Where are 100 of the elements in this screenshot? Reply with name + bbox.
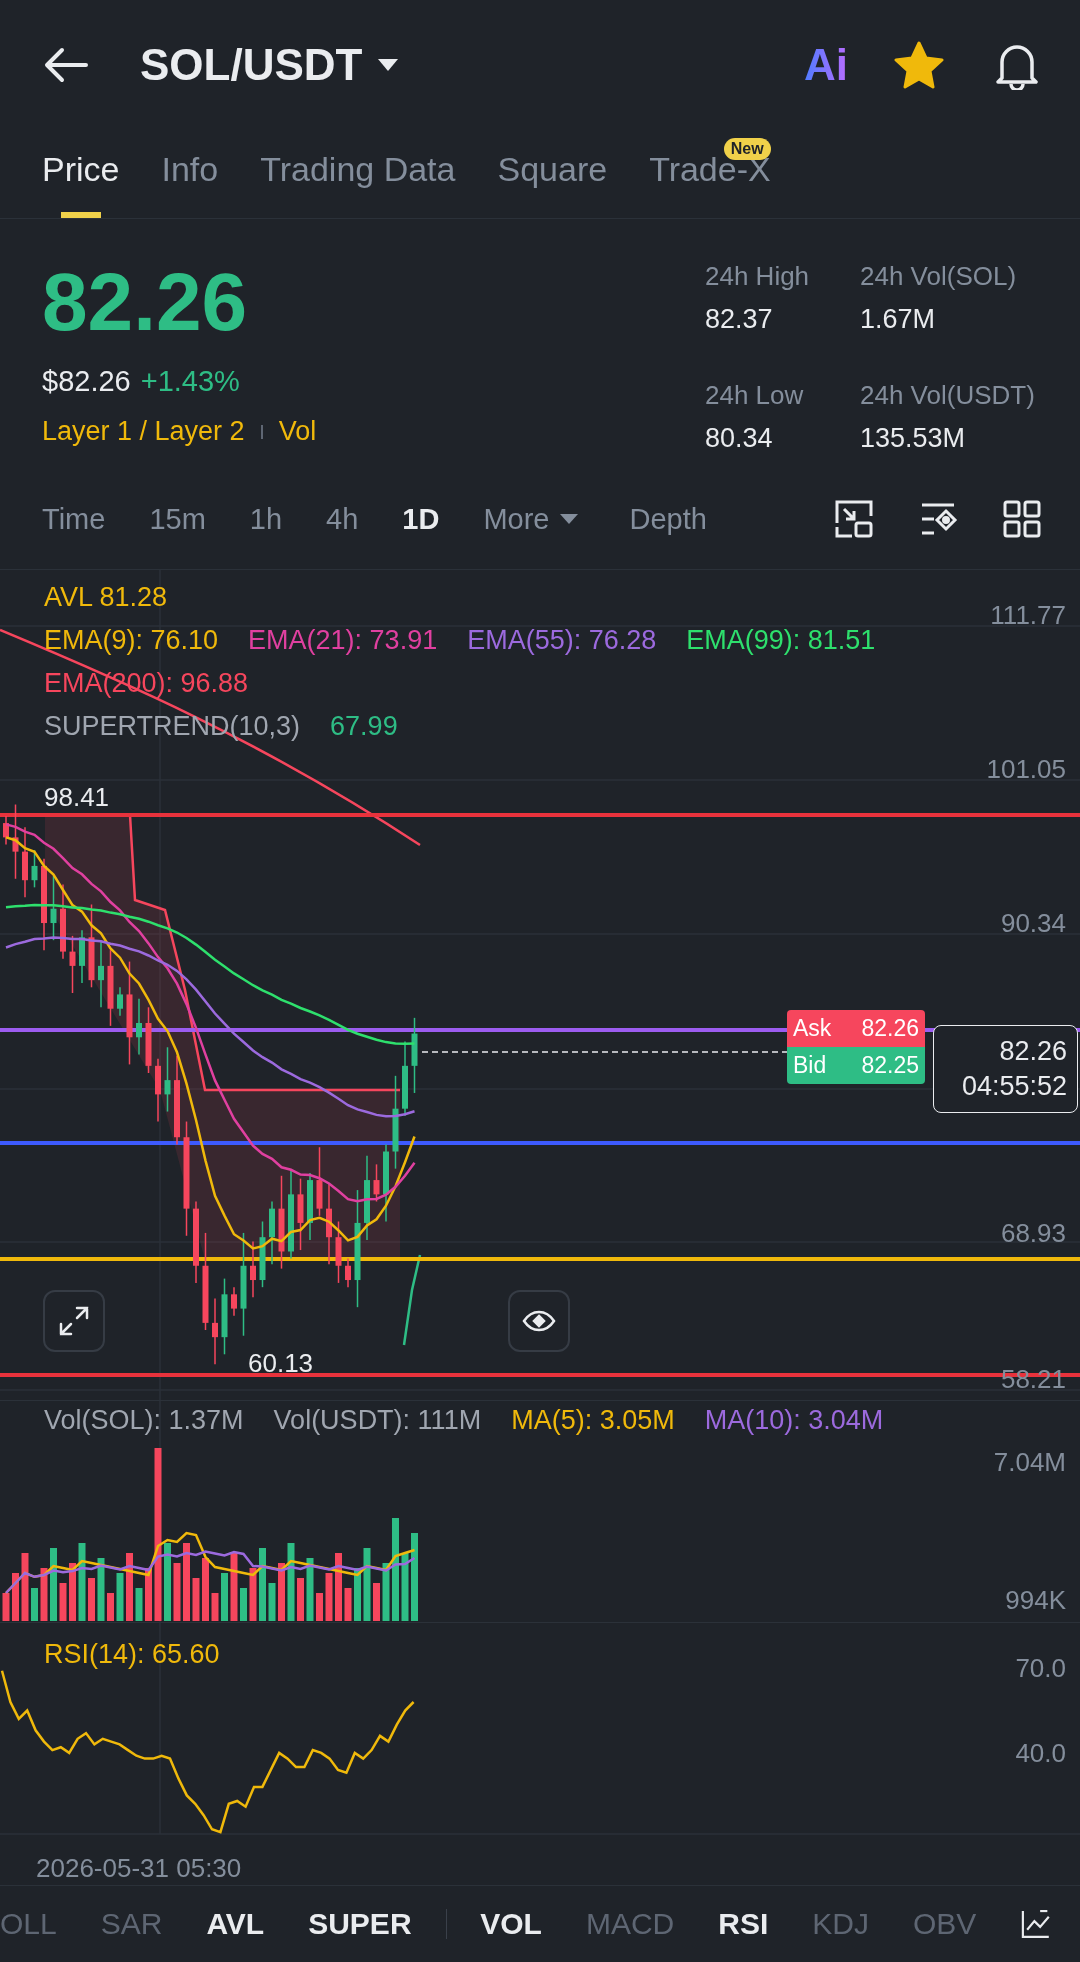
ask-label: Ask bbox=[793, 1015, 832, 1042]
indicator-toggle[interactable]: SUPER bbox=[308, 1907, 412, 1941]
rsi-axis-label: 40.0 bbox=[1015, 1738, 1066, 1769]
pair-title[interactable]: SOL/USDT bbox=[140, 40, 363, 90]
indicator-toggle[interactable]: MACD bbox=[585, 1907, 675, 1941]
volume-bar bbox=[325, 1573, 333, 1621]
candle bbox=[117, 986, 123, 1017]
candle-countdown: 04:55:52 bbox=[961, 1070, 1067, 1103]
indicator-toggle[interactable]: SAR bbox=[100, 1907, 163, 1941]
ask-price: 82.26 bbox=[861, 1015, 919, 1042]
price-axis-label: 111.77 bbox=[990, 600, 1066, 631]
candle bbox=[316, 1146, 323, 1217]
caret-icon[interactable] bbox=[376, 57, 401, 73]
back-arrow-icon[interactable] bbox=[44, 47, 88, 83]
volume-bar bbox=[401, 1553, 409, 1621]
timeframe-tab[interactable]: 15m bbox=[149, 502, 206, 536]
indicator-toggle[interactable]: KDJ bbox=[812, 1907, 869, 1941]
volume-bar bbox=[202, 1558, 209, 1621]
high-price-marker: 98.41 bbox=[44, 782, 110, 813]
volume-legend: MA(10): 3.04M bbox=[704, 1405, 884, 1436]
timeframe-tab[interactable]: Time bbox=[42, 502, 106, 536]
volume-bar bbox=[382, 1563, 390, 1621]
price-change: +1.43% bbox=[140, 365, 240, 398]
volume-bar bbox=[145, 1568, 152, 1621]
volume-bar bbox=[211, 1593, 219, 1621]
tab[interactable]: Trade-X New bbox=[649, 130, 771, 218]
indicator-legend: EMA(9): 76.10 bbox=[44, 625, 219, 656]
bid-price: 82.25 bbox=[861, 1052, 919, 1079]
stat-value: 135.53M bbox=[860, 423, 967, 454]
volume-bar bbox=[12, 1573, 19, 1621]
volume-axis-label: 994K bbox=[1005, 1585, 1066, 1616]
volume-legend: MA(5): 3.05M bbox=[511, 1405, 675, 1436]
volume-bar bbox=[354, 1568, 361, 1621]
low-price-marker: 60.13 bbox=[248, 1348, 314, 1379]
volume-bar bbox=[335, 1553, 342, 1621]
timeframe-tab[interactable]: 1D bbox=[402, 502, 440, 536]
price-axis-label: 90.34 bbox=[1000, 908, 1066, 939]
timeframe-tab[interactable]: 1h bbox=[249, 502, 283, 536]
grid-icon[interactable] bbox=[1002, 499, 1042, 539]
expand-arrows-icon bbox=[57, 1304, 91, 1338]
volume-bar bbox=[192, 1578, 200, 1621]
candle bbox=[145, 1006, 152, 1074]
volume-bar bbox=[268, 1583, 276, 1621]
volume-bar bbox=[97, 1558, 105, 1621]
indicator-legend: EMA(55): 76.28 bbox=[467, 625, 657, 656]
category-tag[interactable]: Vol bbox=[278, 416, 317, 447]
candle bbox=[231, 1286, 237, 1317]
candle bbox=[3, 815, 9, 846]
more-dropdown[interactable]: More bbox=[483, 502, 580, 536]
volume-bar bbox=[230, 1553, 238, 1621]
volume-legend: Vol(SOL): 1.37M bbox=[44, 1405, 244, 1436]
candle bbox=[345, 1257, 351, 1288]
candle bbox=[50, 875, 57, 941]
timeframe-tab[interactable]: Depth bbox=[629, 502, 707, 536]
candle bbox=[335, 1220, 342, 1284]
indicator-legend: EMA(21): 73.91 bbox=[248, 625, 438, 656]
crosshair-date: 2026-05-31 05:30 bbox=[36, 1853, 242, 1884]
star-icon[interactable] bbox=[894, 41, 944, 89]
fullscreen-button[interactable] bbox=[43, 1290, 105, 1352]
candle bbox=[250, 1240, 256, 1298]
candle bbox=[307, 1172, 313, 1241]
candle bbox=[212, 1297, 218, 1366]
indicator-toggle[interactable]: OBV bbox=[913, 1907, 977, 1941]
indicator-legend: 67.99 bbox=[330, 711, 398, 742]
last-price: 82.26 bbox=[42, 261, 249, 343]
rsi-legend: RSI(14): 65.60 bbox=[44, 1639, 220, 1670]
visibility-button[interactable] bbox=[508, 1290, 570, 1352]
stat-label: 24h Low bbox=[705, 380, 805, 411]
indicator-toggle[interactable]: RSI bbox=[718, 1907, 769, 1941]
price-axis-label: 101.05 bbox=[986, 754, 1066, 785]
volume-bar bbox=[135, 1588, 143, 1621]
rsi-axis-label: 70.0 bbox=[1015, 1653, 1066, 1684]
volume-bar bbox=[373, 1583, 380, 1621]
indicator-toggle[interactable]: AVL bbox=[206, 1907, 265, 1941]
candle bbox=[79, 929, 85, 984]
candle bbox=[373, 1163, 380, 1203]
volume-bar bbox=[240, 1588, 247, 1621]
bid-label: Bid bbox=[793, 1052, 827, 1079]
volume-bar bbox=[31, 1588, 38, 1621]
volume-bar bbox=[126, 1553, 133, 1621]
volume-bar bbox=[88, 1578, 95, 1621]
stat-label: 24h Vol(SOL) bbox=[860, 261, 1018, 292]
tab[interactable]: Square bbox=[497, 130, 608, 218]
category-tag[interactable]: Layer 1 / Layer 2 bbox=[42, 416, 245, 447]
volume-bar bbox=[173, 1563, 181, 1621]
volume-legend: Vol(USDT): 111M bbox=[273, 1405, 482, 1436]
stat-value: 1.67M bbox=[860, 304, 937, 335]
indicator-legend: EMA(99): 81.51 bbox=[686, 625, 876, 656]
indicator-toggle[interactable]: VOL bbox=[480, 1907, 542, 1941]
volume-bar bbox=[2, 1593, 10, 1621]
fiat-price: $82.26 bbox=[42, 365, 131, 398]
volume-bar bbox=[59, 1583, 67, 1621]
exit-fullscreen-icon[interactable] bbox=[834, 499, 874, 539]
volume-bar bbox=[21, 1553, 29, 1621]
candle bbox=[269, 1200, 275, 1266]
timeframe-tab[interactable]: 4h bbox=[326, 502, 359, 536]
tab[interactable]: Price bbox=[42, 130, 120, 218]
tab[interactable]: Trading Data bbox=[260, 130, 456, 218]
tab[interactable]: Info bbox=[161, 130, 219, 218]
indicator-toggle[interactable]: OLL bbox=[0, 1907, 57, 1941]
